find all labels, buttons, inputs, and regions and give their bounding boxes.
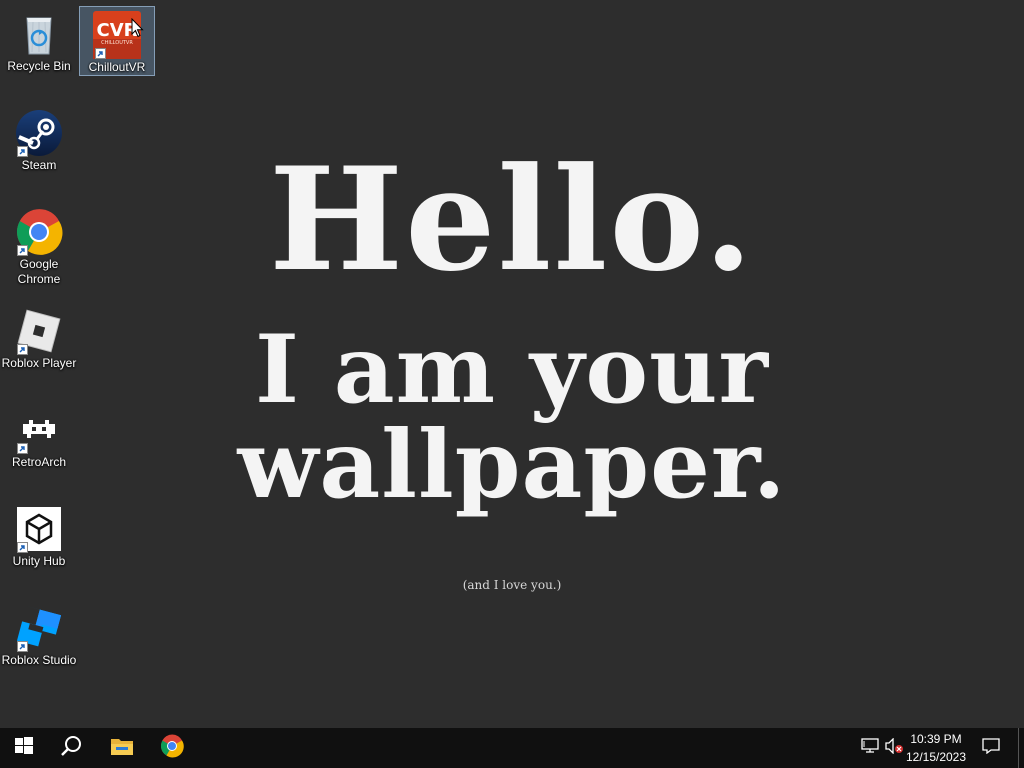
desktop-icon-roblox-player[interactable]: Roblox Player (1, 303, 77, 373)
svg-text:CHILLOUTVR: CHILLOUTVR (101, 40, 133, 46)
wallpaper-line-2: I am your (255, 315, 769, 425)
shortcut-arrow-icon (17, 542, 28, 553)
desktop-icon-label: Roblox Player (1, 356, 77, 370)
start-button[interactable] (0, 728, 48, 768)
taskbar-chrome[interactable] (148, 728, 196, 768)
unity-hub-icon (15, 505, 63, 553)
tray-clock[interactable]: 10:39 PM 12/15/2023 (896, 730, 976, 766)
shortcut-arrow-icon (17, 443, 28, 454)
shortcut-arrow-icon (17, 146, 28, 157)
desktop-icon-label: ChilloutVR (88, 60, 146, 74)
start-icon (15, 737, 33, 759)
chrome-icon (160, 734, 184, 762)
network-icon (861, 738, 879, 758)
notification-icon (982, 738, 1000, 758)
desktop-icon-roblox-studio[interactable]: Roblox Studio (1, 600, 77, 670)
roblox-studio-icon (15, 604, 63, 652)
shortcut-arrow-icon (95, 48, 106, 59)
search-button[interactable] (48, 728, 96, 768)
shortcut-arrow-icon (17, 245, 28, 256)
search-icon (61, 735, 83, 761)
wallpaper-subtext: (and I love you.) (462, 578, 562, 592)
shortcut-arrow-icon (17, 641, 28, 652)
mouse-cursor-icon (131, 17, 144, 42)
show-desktop-button[interactable] (1018, 728, 1024, 768)
desktop-icon-label: Google Chrome (17, 257, 61, 286)
desktop-icon-label: Unity Hub (12, 554, 66, 568)
wallpaper-headline: Hello. (268, 137, 756, 303)
desktop-icon-steam[interactable]: Steam (1, 105, 77, 175)
desktop-icon-recycle-bin[interactable]: Recycle Bin (1, 6, 77, 76)
desktop-icon-google-chrome[interactable]: Google Chrome (1, 204, 77, 286)
recycle-bin-icon (15, 10, 63, 58)
file-explorer-icon (110, 736, 134, 760)
chrome-icon (15, 208, 63, 256)
action-center-button[interactable] (968, 728, 1014, 768)
clock-time: 10:39 PM (910, 732, 962, 746)
desktop-icon-label: Recycle Bin (7, 59, 71, 73)
clock-date: 12/15/2023 (905, 750, 967, 764)
desktop-icon-label: RetroArch (11, 455, 67, 469)
shortcut-arrow-icon (17, 344, 28, 355)
wallpaper-line-3: wallpaper. (237, 410, 787, 520)
retroarch-icon (15, 406, 63, 454)
desktop[interactable]: Hello. I am your wallpaper. (and I love … (0, 0, 1024, 728)
steam-icon (15, 109, 63, 157)
taskbar-file-explorer[interactable] (98, 728, 146, 768)
desktop-icon-label: Steam (21, 158, 57, 172)
desktop-icon-label: Roblox Studio (1, 653, 77, 667)
tray-network[interactable] (858, 728, 882, 768)
taskbar: 10:39 PM 12/15/2023 (0, 728, 1024, 768)
roblox-player-icon (15, 307, 63, 355)
desktop-icon-unity-hub[interactable]: Unity Hub (1, 501, 77, 571)
desktop-icon-retroarch[interactable]: RetroArch (1, 402, 77, 472)
